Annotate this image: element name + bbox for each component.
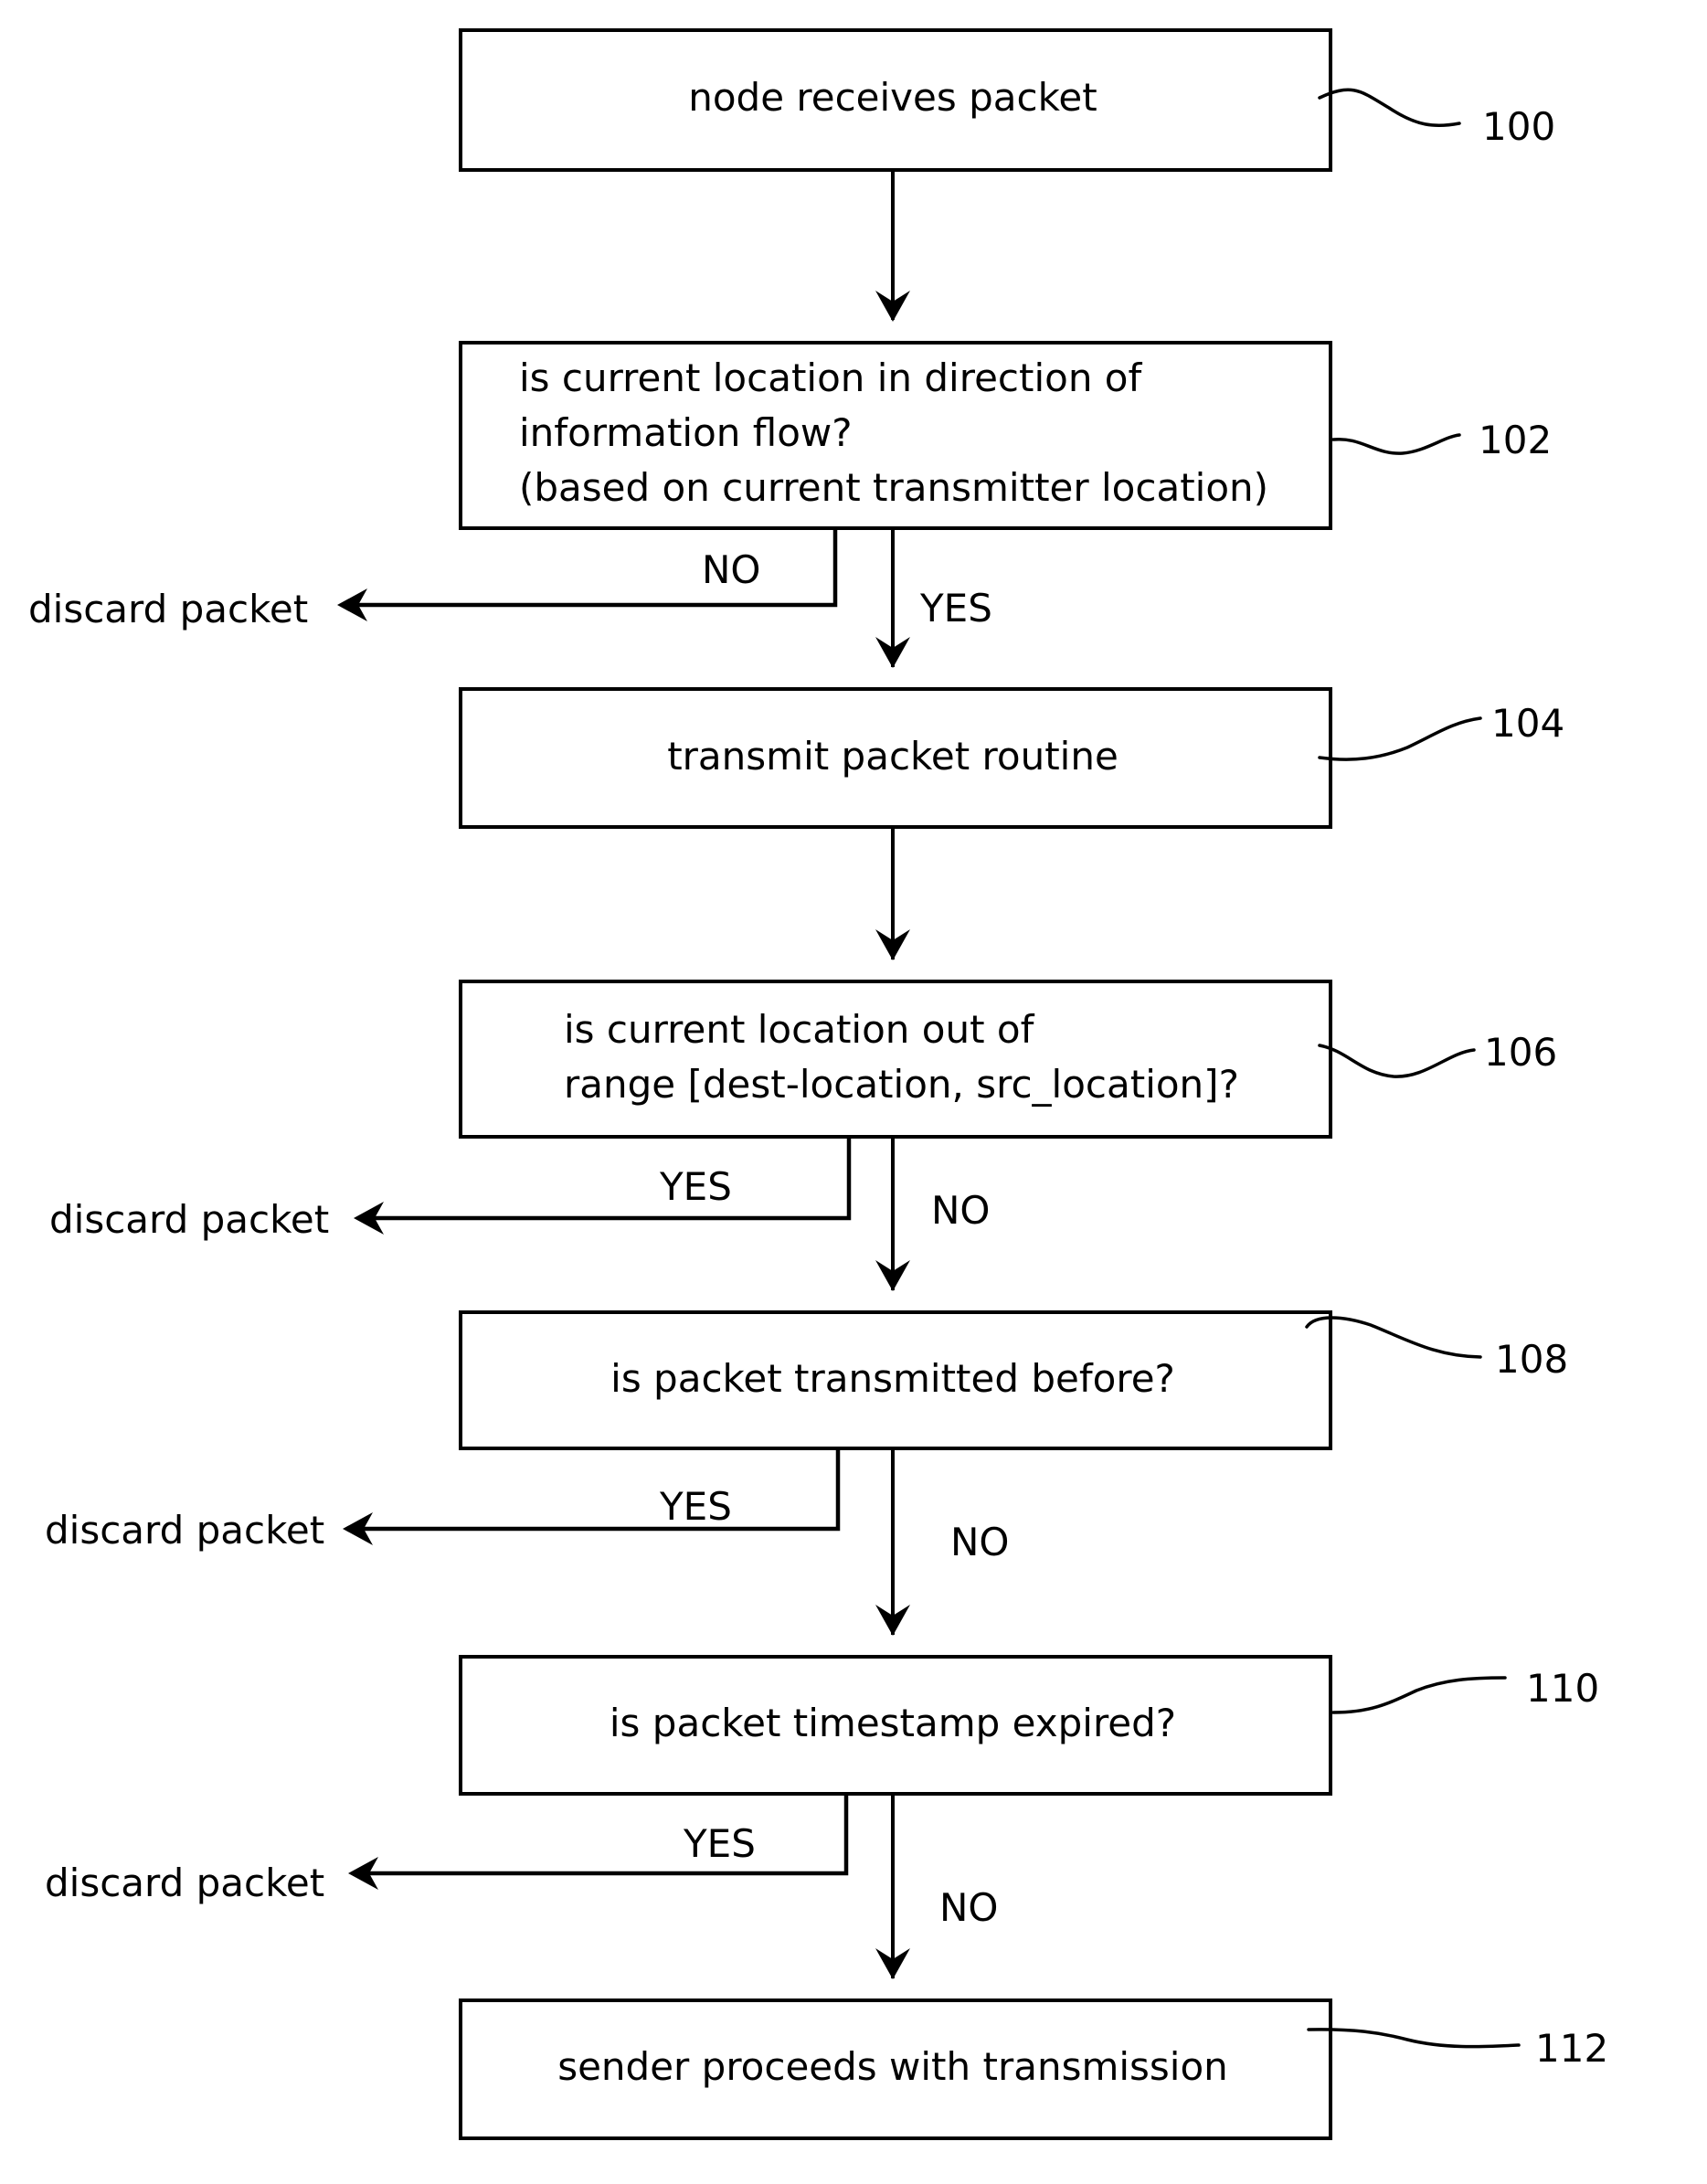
arrow-100-to-102 (875, 170, 910, 322)
condition-label-no: NO (950, 1520, 1009, 1564)
step-108: is packet transmitted before? 108 (459, 1310, 1568, 1450)
step-text-106-line-2: range [dest-location, src_location]? (564, 1062, 1239, 1107)
leader-line-102 (1331, 433, 1461, 455)
discard-packet-label: discard packet (45, 1508, 324, 1553)
arrow-108-to-110: NO (875, 1448, 1009, 1636)
ref-number-110: 110 (1526, 1666, 1599, 1711)
condition-label-no: NO (939, 1885, 998, 1930)
arrow-106-to-108: NO (875, 1137, 990, 1291)
arrow-102-to-104: YES (875, 528, 992, 668)
step-110: is packet timestamp expired? 110 (459, 1655, 1599, 1796)
branch-110-discard: YES discard packet (45, 1794, 849, 1905)
condition-label-no: NO (931, 1188, 990, 1233)
condition-label-no: NO (702, 547, 760, 592)
discard-packet-label: discard packet (49, 1197, 329, 1242)
branch-108-discard: YES discard packet (45, 1448, 841, 1553)
ref-number-106: 106 (1484, 1030, 1557, 1075)
leader-line-100 (1318, 88, 1461, 128)
step-text-110: is packet timestamp expired? (610, 1701, 1176, 1745)
ref-number-104: 104 (1491, 701, 1564, 746)
leader-line-108 (1305, 1316, 1482, 1359)
step-text-102-line-3: (based on current transmitter location) (519, 465, 1268, 510)
condition-label-yes: YES (683, 1821, 756, 1866)
arrow-104-to-106 (875, 827, 910, 960)
step-text-100: node receives packet (688, 75, 1097, 120)
step-102: is current location in direction of info… (459, 341, 1552, 530)
step-text-112: sender proceeds with transmission (557, 2044, 1228, 2089)
step-106: is current location out of range [dest-l… (459, 980, 1557, 1139)
condition-label-yes: YES (659, 1164, 732, 1209)
step-text-102-line-1: is current location in direction of (519, 355, 1143, 400)
condition-label-yes: YES (919, 586, 992, 631)
arrow-110-to-112: NO (875, 1794, 998, 1979)
step-104: transmit packet routine 104 (459, 687, 1564, 829)
condition-label-yes: YES (659, 1484, 732, 1529)
step-text-102-line-2: information flow? (519, 410, 853, 455)
discard-packet-label: discard packet (28, 587, 308, 631)
ref-number-100: 100 (1482, 104, 1555, 149)
step-text-108: is packet transmitted before? (610, 1356, 1175, 1401)
ref-number-102: 102 (1479, 418, 1552, 462)
step-100: node receives packet 100 (459, 28, 1555, 172)
flowchart: node receives packet 100 is current loca… (28, 28, 1608, 2140)
branch-106-discard: YES discard packet (49, 1137, 852, 1242)
leader-line-112 (1307, 2028, 1521, 2049)
ref-number-112: 112 (1535, 2026, 1608, 2071)
step-text-106-line-1: is current location out of (564, 1007, 1035, 1052)
ref-number-108: 108 (1495, 1337, 1568, 1382)
leader-line-104 (1318, 716, 1482, 761)
step-text-104: transmit packet routine (667, 734, 1119, 779)
step-box-106 (459, 980, 1332, 1139)
discard-packet-label: discard packet (45, 1861, 324, 1905)
branch-102-discard: NO discard packet (28, 528, 838, 631)
leader-line-106 (1318, 1044, 1476, 1078)
leader-line-110 (1331, 1676, 1507, 1714)
step-112: sender proceeds with transmission 112 (459, 1998, 1608, 2140)
